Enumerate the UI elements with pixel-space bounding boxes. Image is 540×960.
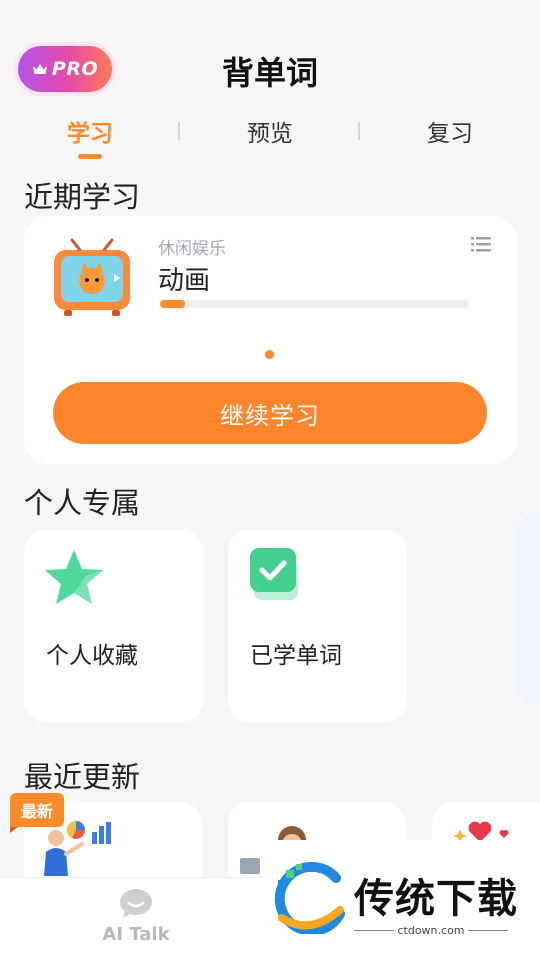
watermark-divider xyxy=(468,930,508,931)
partial-card[interactable] xyxy=(516,514,540,704)
study-progress-fill xyxy=(160,300,185,308)
checkmark-icon xyxy=(250,548,298,600)
tab-review[interactable]: 复习 xyxy=(390,114,510,148)
page-title: 背单词 xyxy=(221,54,318,92)
chat-bubble-icon xyxy=(120,889,152,918)
book-category: 休闲娱乐 xyxy=(158,239,226,259)
star-icon xyxy=(45,550,103,604)
favorites-label: 个人收藏 xyxy=(46,643,138,669)
continue-study-button[interactable]: 继续学习 xyxy=(53,382,487,444)
updates-section-title: 最近更新 xyxy=(24,760,141,794)
learned-words-label: 已学单词 xyxy=(250,643,342,669)
watermark-brand: 传统下载 xyxy=(354,876,518,922)
tv-cartoon-icon xyxy=(54,238,130,316)
laptop-icon xyxy=(240,858,260,874)
nav-ai-talk-label: AI Talk xyxy=(102,924,170,945)
pager-dot xyxy=(265,350,274,359)
tab-learn[interactable]: 学习 xyxy=(30,114,150,148)
learned-words-card[interactable]: 已学单词 xyxy=(228,530,407,722)
recent-section-title: 近期学习 xyxy=(24,180,141,214)
study-progress-bar xyxy=(160,300,469,308)
watermark: 传统下载 ctdown.com xyxy=(262,840,540,960)
book-name: 动画 xyxy=(158,266,211,296)
recent-study-card[interactable]: 休闲娱乐 动画 继续学习 xyxy=(24,216,517,464)
active-tab-indicator xyxy=(78,154,102,159)
watermark-logo xyxy=(274,862,345,934)
nav-ai-talk[interactable]: AI Talk xyxy=(96,888,176,945)
tab-divider xyxy=(178,122,180,140)
favorites-card[interactable]: 个人收藏 xyxy=(24,530,203,722)
list-icon[interactable] xyxy=(471,236,491,252)
tab-divider xyxy=(358,122,360,140)
tab-preview[interactable]: 预览 xyxy=(210,114,330,148)
new-badge: 最新 xyxy=(10,793,64,833)
personal-section-title: 个人专属 xyxy=(24,486,141,520)
tab-bar: 学习 预览 复习 xyxy=(0,114,540,160)
